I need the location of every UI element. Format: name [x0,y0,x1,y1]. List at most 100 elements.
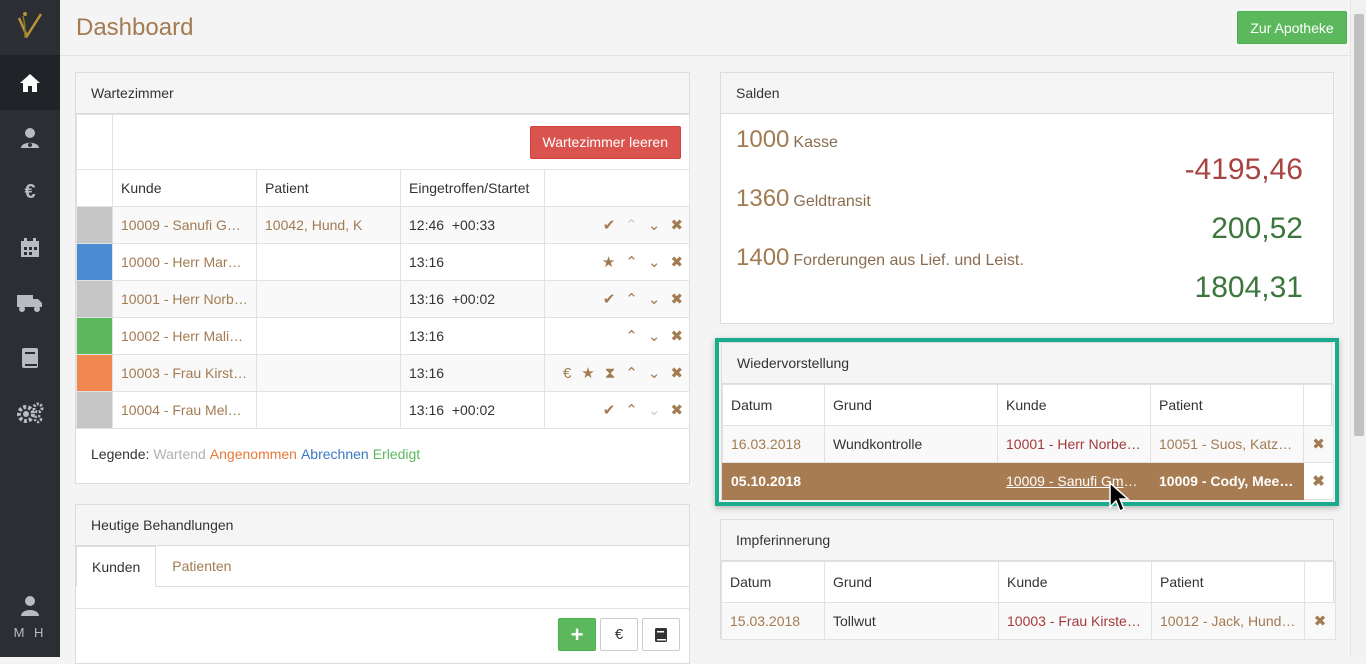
cell-patient-link[interactable] [256,243,401,281]
book-button[interactable] [642,618,680,651]
euro-icon[interactable]: € [563,365,571,382]
settings-icon[interactable] [0,385,60,440]
row-actions: ✔ ⌃ ⌄ ✖ [543,206,691,244]
topbar: Dashboard Zur Apotheke [60,0,1350,56]
arrival-time: 13:16 [409,254,445,270]
truck-icon[interactable] [0,275,60,330]
cell-kunde-link[interactable]: 10001 - Herr Norber… [997,425,1151,463]
remove-icon[interactable]: ✖ [670,401,683,419]
sidebar: € M H [0,0,60,657]
column-header[interactable]: Datum [721,561,825,603]
column-header[interactable]: Grund [824,384,998,426]
cell-kunde-link[interactable]: 10003 - Frau Kirsten… [998,602,1152,640]
row-actions: ⌃ ⌄ ✖ [543,317,691,355]
star-icon[interactable]: ★ [581,364,594,382]
saldo-row[interactable]: 1360 Geldtransit 200,52 [736,185,1318,245]
column-header[interactable]: Datum [722,384,825,426]
cell-kunde-link[interactable]: 10000 - Herr Mark… [112,243,257,281]
saldo-value: 1804,31 [1194,271,1303,304]
arrow-up-icon[interactable]: ⌃ [625,364,638,382]
cell-patient-link[interactable]: 10051 - Suos, Katze,… [1150,425,1304,463]
cell-kunde-link[interactable]: 10009 - Sanufi Gm… [112,206,257,244]
column-header[interactable]: Patient [1151,561,1305,603]
user-menu[interactable]: M H [0,595,60,640]
euro-button[interactable]: € [600,618,638,651]
pharmacy-button[interactable]: Zur Apotheke [1237,11,1347,44]
saldo-row[interactable]: 1000 Kasse -4195,46 [736,126,1318,186]
arrow-up-icon[interactable]: ⌃ [625,327,638,345]
arrow-down-icon: ⌄ [647,402,661,419]
table-row[interactable]: 10000 - Herr Mark… 13:16 ★ ⌃ ⌄ ✖ [76,243,691,281]
check-icon[interactable]: ✔ [603,216,616,234]
arrow-down-icon[interactable]: ⌄ [648,290,661,308]
cell-patient-link[interactable] [256,354,401,392]
tab-patienten[interactable]: Patienten [156,545,247,586]
arrow-down-icon[interactable]: ⌄ [648,216,661,234]
delete-icon[interactable]: ✖ [1304,602,1336,640]
cell-time: 13:16 +00:02 [400,280,545,318]
add-button[interactable]: + [558,618,596,651]
arrow-up-icon[interactable]: ⌃ [625,401,638,419]
table-row[interactable]: 10002 - Herr Malik … 13:16 ⌃ ⌄ ✖ [76,317,691,355]
remove-icon[interactable]: ✖ [670,364,683,382]
column-header[interactable]: Patient [256,169,401,207]
arrow-down-icon[interactable]: ⌄ [648,364,661,382]
column-header[interactable]: Eingetroffen/Startet [400,169,545,207]
cell-kunde-link[interactable]: 10003 - Frau Kirste… [112,354,257,392]
column-header[interactable]: Patient [1150,384,1304,426]
arrival-time: 13:16 [409,291,445,307]
remove-icon[interactable]: ✖ [670,253,683,271]
cell-kunde-link[interactable]: 10001 - Herr Norb… [112,280,257,318]
table-row[interactable]: 10001 - Herr Norb… 13:16 +00:02 ✔ ⌃ ⌄ ✖ [76,280,691,318]
cell-datum: 15.03.2018 [721,602,825,640]
table-row[interactable]: 10009 - Sanufi Gm… 10042, Hund, K 12:46 +0… [76,206,691,244]
cell-patient-link[interactable]: 10009 - Cody, Meers… [1150,462,1304,500]
remove-icon[interactable]: ✖ [670,216,683,234]
column-header[interactable]: Grund [824,561,999,603]
table-row[interactable]: 16.03.2018 Wundkontrolle 10001 - Herr No… [722,425,1334,463]
scrollbar-thumb[interactable] [1354,14,1364,436]
table-row[interactable]: 10003 - Frau Kirste… 13:16 € ★ ⧗ ⌃ ⌄ ✖ [76,354,691,392]
cell-patient-link[interactable] [256,280,401,318]
delete-icon[interactable]: ✖ [1303,462,1334,500]
star-icon[interactable]: ★ [602,253,615,271]
cell-patient-link[interactable] [256,317,401,355]
table-row[interactable]: 15.03.2018 Tollwut 10003 - Frau Kirsten…… [721,602,1336,640]
column-header[interactable]: Kunde [112,169,257,207]
table-row[interactable]: 10004 - Frau Mela… 13:16 +00:02 ✔ ⌃ ⌄ ✖ [76,391,691,429]
cell-patient-link[interactable]: 10012 - Jack, Hund, … [1151,602,1305,640]
column-header[interactable]: Kunde [998,561,1152,603]
cell-patient-link[interactable] [256,391,401,429]
status-color [76,354,113,392]
arrow-down-icon[interactable]: ⌄ [648,327,661,345]
arrow-down-icon[interactable]: ⌄ [648,253,661,271]
cell-datum: 05.10.2018 [722,462,825,500]
calendar-icon[interactable] [0,220,60,275]
scrollbar[interactable] [1350,0,1366,657]
delete-icon[interactable]: ✖ [1303,425,1334,463]
check-icon[interactable]: ✔ [603,290,616,308]
cell-kunde-link[interactable]: 10002 - Herr Malik … [112,317,257,355]
arrow-up-icon[interactable]: ⌃ [625,253,638,271]
check-icon[interactable]: ✔ [603,401,616,419]
home-icon[interactable] [0,55,60,110]
remove-icon[interactable]: ✖ [670,327,683,345]
cell-time: 13:16 +00:02 [400,391,545,429]
clear-waiting-room-button[interactable]: Wartezimmer leeren [529,125,682,159]
cell-patient-link[interactable]: 10042, Hund, K [256,206,401,244]
hourglass-icon[interactable]: ⧗ [605,365,616,382]
table-row-selected[interactable]: 05.10.2018 10009 - Sanufi Gmb… 10009 - C… [722,462,1334,500]
app-logo[interactable] [0,0,60,50]
column-header[interactable]: Kunde [997,384,1151,426]
wartezimmer-panel: Wartezimmer Wartezimmer leeren Kunde Pat… [75,72,691,484]
cell-kunde-link[interactable]: 10004 - Frau Mela… [112,391,257,429]
book-icon[interactable] [0,330,60,385]
patients-icon[interactable] [0,110,60,165]
remove-icon[interactable]: ✖ [670,290,683,308]
saldo-row[interactable]: 1400 Forderungen aus Lief. und Leist. 180… [736,244,1318,304]
panel-title: Heutige Behandlungen [76,505,689,546]
euro-icon[interactable]: € [0,165,60,220]
legend-erledigt: Erledigt [372,446,421,462]
arrow-up-icon[interactable]: ⌃ [625,290,638,308]
tab-kunden[interactable]: Kunden [76,546,157,587]
